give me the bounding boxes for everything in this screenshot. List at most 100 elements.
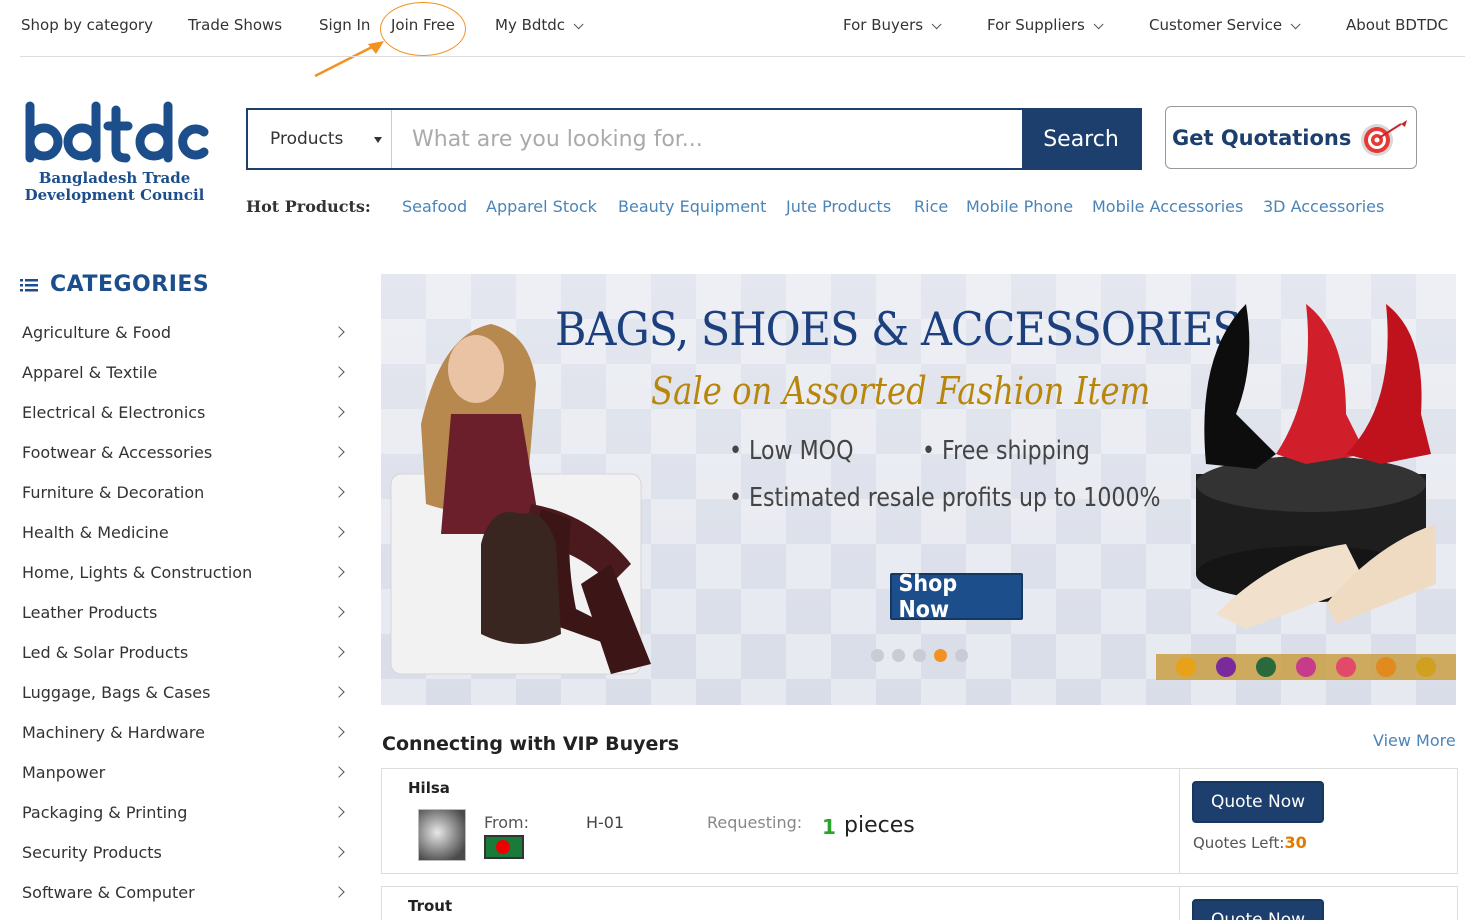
- category-item[interactable]: Furniture & Decoration: [0, 473, 360, 513]
- hot-product-link[interactable]: Jute Products: [786, 197, 891, 216]
- buyer-request-name: Trout: [408, 897, 453, 915]
- category-label: Electrical & Electronics: [22, 403, 206, 422]
- category-item[interactable]: Health & Medicine: [0, 513, 360, 553]
- banner-bullet: • Low MOQ: [729, 436, 854, 466]
- category-item[interactable]: Packaging & Printing: [0, 793, 360, 833]
- from-label: From:: [484, 813, 530, 832]
- banner-subheadline: Sale on Assorted Fashion Item: [651, 369, 1151, 413]
- get-quotations-button[interactable]: Get Quotations: [1165, 106, 1417, 169]
- requesting-label: Requesting:: [707, 813, 803, 832]
- chevron-right-icon: [333, 686, 345, 698]
- category-label: Manpower: [22, 763, 106, 782]
- carousel-dots: [871, 649, 968, 662]
- carousel-dot[interactable]: [892, 649, 905, 662]
- row-divider: [1179, 887, 1180, 920]
- search-input[interactable]: [392, 110, 1022, 168]
- category-item[interactable]: Led & Solar Products: [0, 633, 360, 673]
- hot-product-link[interactable]: Mobile Accessories: [1092, 197, 1243, 216]
- shop-now-button[interactable]: Shop Now: [890, 571, 1023, 623]
- search-button[interactable]: Search: [1022, 110, 1140, 168]
- nav-divider: [20, 56, 1465, 57]
- top-nav: Shop by category Trade Shows Sign In Joi…: [0, 0, 1465, 78]
- chevron-down-icon: [1093, 19, 1104, 30]
- nav-shop-by-category[interactable]: Shop by category: [21, 16, 153, 34]
- nav-for-suppliers[interactable]: For Suppliers: [987, 16, 1104, 34]
- categories-header: CATEGORIES: [20, 272, 209, 297]
- hot-products: Hot Products: Seafood Apparel Stock Beau…: [246, 197, 1384, 216]
- hot-product-link[interactable]: Beauty Equipment: [618, 197, 766, 216]
- category-label: Software & Computer: [22, 883, 195, 902]
- hot-product-link[interactable]: Rice: [914, 197, 948, 216]
- quotes-left: Quotes Left:30: [1193, 833, 1307, 852]
- get-quotations-label: Get Quotations: [1172, 125, 1352, 150]
- category-label: Led & Solar Products: [22, 643, 189, 662]
- category-item[interactable]: Home, Lights & Construction: [0, 553, 360, 593]
- category-item[interactable]: Footwear & Accessories: [0, 433, 360, 473]
- quote-now-button[interactable]: Quote Now: [1192, 781, 1324, 823]
- hot-product-link[interactable]: 3D Accessories: [1263, 197, 1384, 216]
- vip-buyer-row: Hilsa From: H-01 Requesting: 1 pieces Qu…: [381, 768, 1458, 874]
- requested-quantity: 1: [822, 815, 836, 839]
- chevron-right-icon: [333, 486, 345, 498]
- chevron-right-icon: [333, 846, 345, 858]
- category-label: Footwear & Accessories: [22, 443, 213, 462]
- category-item[interactable]: Apparel & Textile: [0, 353, 360, 393]
- category-item[interactable]: Agriculture & Food: [0, 313, 360, 353]
- hot-product-link[interactable]: Apparel Stock: [486, 197, 597, 216]
- product-thumbnail[interactable]: [418, 809, 466, 861]
- carousel-dot[interactable]: [955, 649, 968, 662]
- bdtdc-logo-icon: [25, 101, 209, 163]
- hot-products-label: Hot Products:: [246, 197, 371, 216]
- category-list: Agriculture & Food Apparel & Textile Ele…: [0, 313, 360, 913]
- category-item[interactable]: Electrical & Electronics: [0, 393, 360, 433]
- nav-customer-service[interactable]: Customer Service: [1149, 16, 1301, 34]
- site-logo[interactable]: Bangladesh Trade Development Council: [22, 100, 222, 210]
- category-label: Home, Lights & Construction: [22, 563, 253, 582]
- chevron-right-icon: [333, 326, 345, 338]
- list-icon: [20, 278, 38, 291]
- category-item[interactable]: Manpower: [0, 753, 360, 793]
- row-divider: [1179, 769, 1180, 873]
- chevron-right-icon: [333, 606, 345, 618]
- promo-banner[interactable]: BAGS, SHOES & ACCESSORIES Sale on Assort…: [381, 274, 1456, 705]
- carousel-dot[interactable]: [871, 649, 884, 662]
- nav-sign-in[interactable]: Sign In: [319, 16, 370, 34]
- nav-my-bdtdc[interactable]: My Bdtdc: [495, 16, 584, 34]
- logo-subtitle: Bangladesh Trade Development Council: [22, 170, 207, 204]
- category-label: Health & Medicine: [22, 523, 169, 542]
- quote-now-button[interactable]: Quote Now: [1192, 899, 1324, 920]
- chevron-right-icon: [333, 526, 345, 538]
- quotes-left-label: Quotes Left:: [1193, 834, 1285, 852]
- category-label: Furniture & Decoration: [22, 483, 205, 502]
- category-item[interactable]: Security Products: [0, 833, 360, 873]
- banner-bullet: • Estimated resale profits up to 1000%: [729, 483, 1161, 513]
- category-item[interactable]: Luggage, Bags & Cases: [0, 673, 360, 713]
- nav-trade-shows[interactable]: Trade Shows: [188, 16, 282, 34]
- category-label: Leather Products: [22, 603, 158, 622]
- quotes-left-count: 30: [1284, 833, 1307, 852]
- hot-product-link[interactable]: Mobile Phone: [966, 197, 1073, 216]
- nav-for-buyers[interactable]: For Buyers: [843, 16, 942, 34]
- category-item[interactable]: Software & Computer: [0, 873, 360, 913]
- chevron-down-icon: [931, 19, 942, 30]
- hot-product-link[interactable]: Seafood: [402, 197, 467, 216]
- nav-my-bdtdc-label: My Bdtdc: [495, 16, 566, 34]
- category-item[interactable]: Machinery & Hardware: [0, 713, 360, 753]
- chevron-right-icon: [333, 646, 345, 658]
- banner-bullet: • Free shipping: [922, 436, 1090, 466]
- carousel-dot[interactable]: [913, 649, 926, 662]
- buyer-code: H-01: [586, 813, 625, 832]
- dropdown-arrow-icon: [374, 137, 382, 143]
- chevron-right-icon: [333, 726, 345, 738]
- chevron-right-icon: [333, 366, 345, 378]
- target-icon: [1361, 119, 1408, 156]
- category-label: Luggage, Bags & Cases: [22, 683, 211, 702]
- view-more-link[interactable]: View More: [1373, 731, 1456, 750]
- category-label: Security Products: [22, 843, 162, 862]
- category-item[interactable]: Leather Products: [0, 593, 360, 633]
- nav-about[interactable]: About BDTDC: [1346, 16, 1448, 34]
- carousel-dot-active[interactable]: [934, 649, 947, 662]
- chevron-right-icon: [333, 566, 345, 578]
- search-category-select[interactable]: Products: [248, 110, 392, 168]
- chevron-right-icon: [333, 886, 345, 898]
